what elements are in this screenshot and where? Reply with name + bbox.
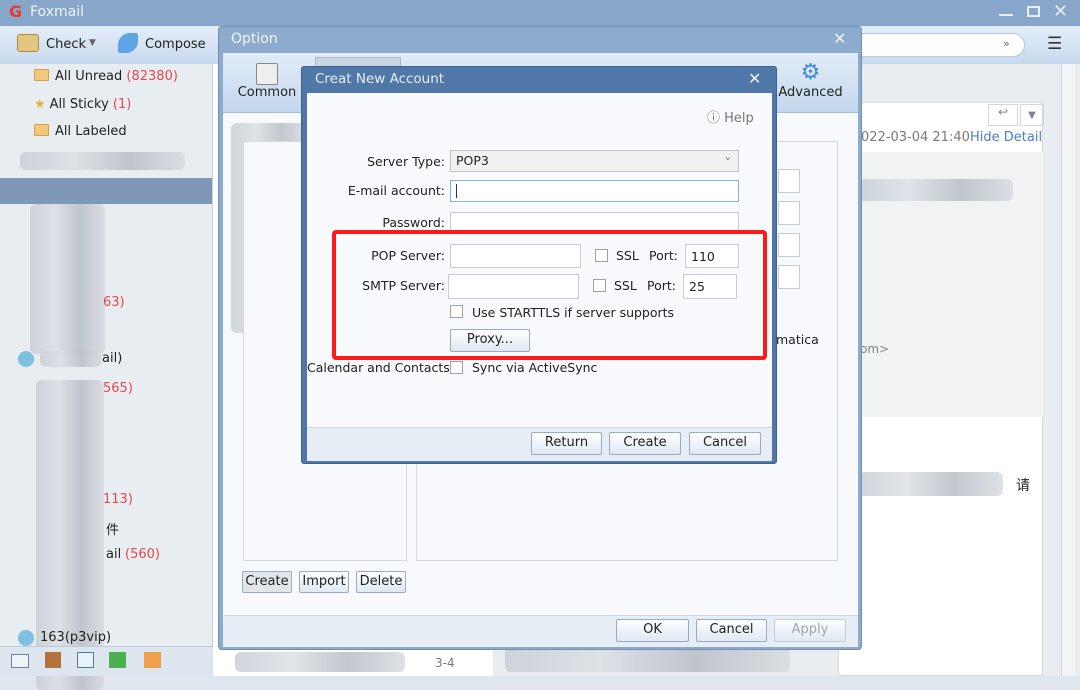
item-label: All Sticky [49, 97, 109, 112]
more-dropdown-icon[interactable]: ▼ [1020, 104, 1044, 126]
blurred-body [858, 472, 1003, 496]
apply-button[interactable]: Apply [774, 619, 846, 642]
list-item-date: 3-4 [435, 656, 455, 670]
menu-list-icon[interactable]: ☰ [1047, 34, 1062, 54]
calendar-icon[interactable] [77, 652, 94, 668]
folder-label: ail [106, 547, 122, 562]
foxmail-logo-icon: G [9, 2, 23, 21]
unread-count: (82380) [126, 69, 178, 84]
email-label: E-mail account: [347, 183, 445, 198]
cancel-button[interactable]: Cancel [689, 432, 761, 455]
reply-button[interactable]: ↩ [988, 104, 1018, 126]
compose-icon [118, 33, 138, 53]
sidebar: All Unread (82380) ★ All Sticky (1) All L… [0, 64, 213, 690]
highlight-box [332, 230, 767, 360]
ok-button[interactable]: OK [616, 619, 689, 642]
compose-button[interactable]: Compose [145, 37, 206, 52]
body-fragment: 请 [1016, 478, 1030, 494]
create-account-button[interactable]: Create [242, 571, 292, 593]
settings-field[interactable] [778, 201, 800, 225]
account-globe-icon [18, 630, 34, 646]
notes-icon[interactable] [109, 652, 126, 668]
rss-icon[interactable] [144, 652, 161, 668]
option-title: Option [231, 31, 278, 47]
blurred-folders [30, 204, 105, 354]
hide-detail-link[interactable]: Hide Detail [970, 130, 1042, 145]
calendar-contacts-label: Calendar and Contacts: [307, 360, 455, 375]
selected-folder-row[interactable] [0, 178, 212, 204]
maximize-icon[interactable] [1027, 6, 1040, 17]
tab-advanced[interactable]: ⚙ Advanced [778, 61, 843, 111]
help-link[interactable]: ⓘ Help [707, 107, 754, 126]
search-options-icon[interactable]: » [1003, 37, 1010, 50]
bottom-bar [0, 646, 213, 676]
partial-count: 565) [103, 381, 133, 396]
option-close-icon[interactable]: ✕ [833, 29, 846, 48]
account-label: ail) [102, 351, 123, 366]
check-icon [17, 34, 39, 52]
blurred-list-item [235, 652, 405, 672]
settings-field[interactable] [778, 265, 800, 289]
server-type-value: POP3 [456, 153, 489, 168]
return-button[interactable]: Return [531, 432, 602, 455]
activesync-label: Sync via ActiveSync [472, 360, 598, 375]
server-type-select[interactable]: POP3 ⌄ [450, 150, 739, 172]
sidebar-item-all-unread[interactable]: All Unread (82380) [34, 69, 178, 84]
folder-icon [34, 69, 49, 81]
sender-fragment: om> [860, 342, 890, 356]
check-button[interactable]: Check [46, 37, 86, 52]
scrollbar[interactable] [1061, 64, 1075, 676]
import-button[interactable]: Import [299, 571, 349, 593]
tab-label: Common [237, 85, 297, 100]
star-icon: ★ [34, 97, 46, 112]
sidebar-item-all-sticky[interactable]: ★ All Sticky (1) [34, 97, 131, 112]
tab-label: Advanced [778, 85, 843, 100]
delete-button[interactable]: Delete [356, 571, 406, 593]
minimize-icon[interactable] [999, 14, 1013, 16]
main-titlebar: G Foxmail ✕ [0, 0, 1080, 26]
gear-icon: ⚙ [800, 60, 821, 85]
blurred-account [20, 152, 185, 170]
tab-common[interactable]: Common [237, 61, 297, 111]
help-icon: ⓘ [707, 111, 721, 126]
search-input[interactable] [860, 33, 1025, 57]
label-icon [34, 124, 49, 136]
partial-count: 63) [103, 295, 125, 310]
activesync-checkbox[interactable] [450, 361, 463, 374]
blurred-account [40, 351, 102, 367]
sidebar-item-all-labeled[interactable]: All Labeled [34, 124, 127, 139]
close-icon[interactable]: ✕ [1053, 1, 1068, 22]
sticky-count: (1) [112, 97, 132, 112]
dialog-title: Creat New Account [315, 71, 445, 87]
option-cancel-button[interactable]: Cancel [696, 619, 767, 642]
partial-count: (560) [125, 547, 160, 562]
contacts-icon[interactable] [45, 652, 61, 668]
check-dropdown-icon[interactable]: ▼ [89, 38, 96, 48]
server-type-label: Server Type: [367, 154, 445, 169]
item-label: All Unread [55, 69, 123, 84]
folder-label: 件 [106, 523, 120, 538]
account-globe-icon [18, 351, 34, 367]
dialog-close-icon[interactable]: ✕ [748, 69, 761, 88]
message-date: 022-03-04 21:40 [861, 130, 970, 145]
blurred-sender [858, 179, 1013, 201]
app-title: Foxmail [30, 4, 84, 20]
settings-field[interactable] [778, 169, 800, 193]
create-button[interactable]: Create [609, 432, 681, 455]
partial-count: 113) [103, 492, 133, 507]
item-label: All Labeled [55, 124, 127, 139]
settings-fragment: matica [776, 332, 819, 347]
email-field[interactable] [450, 180, 739, 202]
mail-icon[interactable] [11, 654, 29, 668]
password-label: Password: [382, 215, 445, 230]
settings-field[interactable] [778, 233, 800, 257]
text-cursor [456, 184, 457, 198]
chevron-down-icon: ⌄ [723, 152, 732, 163]
common-icon [256, 63, 278, 85]
account-label: 163(p3vip) [40, 630, 112, 645]
help-label: Help [724, 111, 754, 126]
